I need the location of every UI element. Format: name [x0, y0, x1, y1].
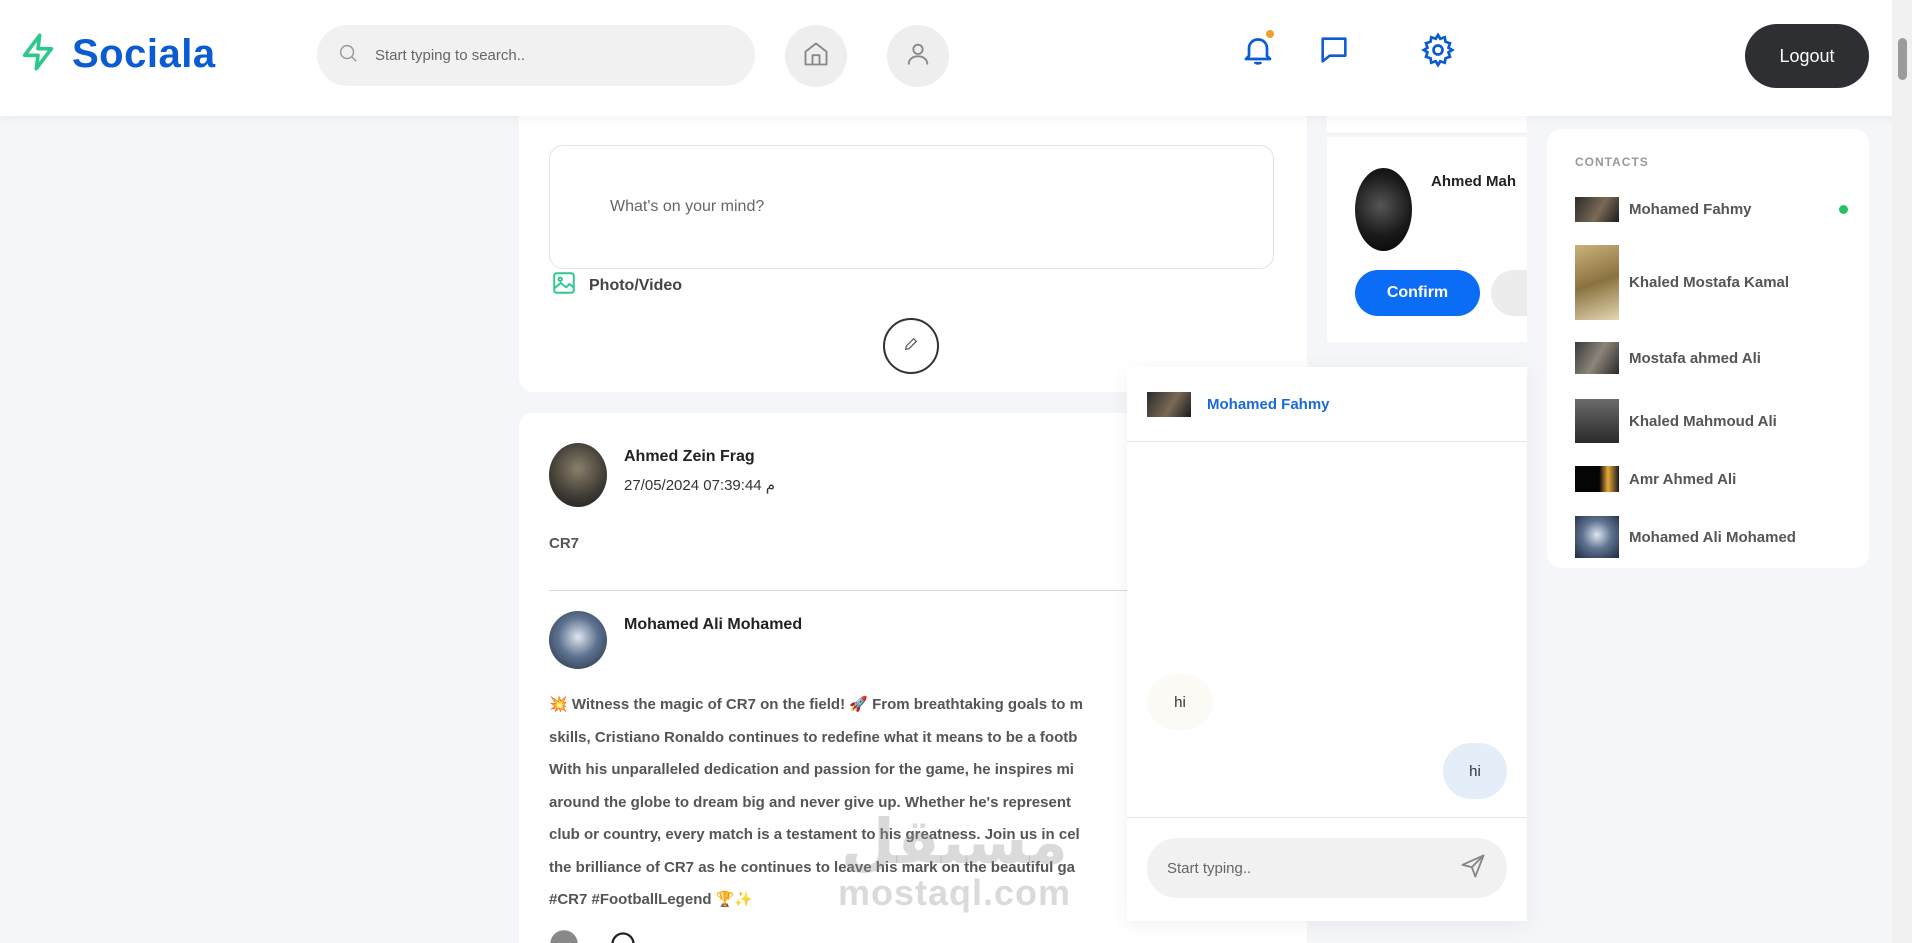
like-icon[interactable]: [549, 929, 579, 943]
contact-name: Mohamed Ali Mohamed: [1629, 528, 1796, 546]
chat-header[interactable]: Mohamed Fahmy: [1127, 367, 1527, 442]
create-post-button[interactable]: [883, 318, 939, 374]
send-icon[interactable]: [1459, 852, 1487, 885]
messages-button[interactable]: [1312, 30, 1356, 74]
notifications-button[interactable]: [1236, 30, 1280, 74]
incoming-message: hi: [1147, 674, 1213, 730]
post-date: 27/05/2024 07:39:44 م: [624, 477, 776, 494]
photo-video-button[interactable]: Photo/Video: [551, 270, 682, 301]
profile-button[interactable]: [887, 25, 949, 87]
bolt-icon: [18, 30, 58, 79]
gear-icon: [1420, 31, 1456, 73]
home-icon: [802, 40, 830, 73]
post-actions: [549, 929, 637, 943]
contact-avatar: [1575, 245, 1619, 320]
contact-avatar: [1575, 516, 1619, 558]
contact-avatar: [1575, 197, 1619, 222]
shared-author-name[interactable]: Mohamed Ali Mohamed: [624, 616, 802, 634]
app-logo[interactable]: Sociala: [18, 30, 216, 79]
contact-item[interactable]: Mohamed Ali Mohamed: [1575, 516, 1796, 558]
outgoing-message: hi: [1443, 743, 1507, 799]
post-author-name[interactable]: Ahmed Zein Frag: [624, 448, 755, 466]
search-icon: [337, 42, 359, 69]
contact-avatar: [1575, 399, 1619, 443]
chat-input-bar: [1147, 838, 1507, 898]
contact-item[interactable]: Khaled Mostafa Kamal: [1575, 245, 1789, 320]
friend-request-name[interactable]: Ahmed Mah: [1431, 173, 1516, 190]
chat-contact-name: Mohamed Fahmy: [1207, 395, 1330, 413]
friend-request-avatar[interactable]: [1355, 168, 1412, 251]
contact-name: Amr Ahmed Ali: [1629, 470, 1737, 488]
page-scrollbar[interactable]: [1892, 0, 1912, 943]
contact-name: Khaled Mostafa Kamal: [1629, 274, 1790, 291]
user-icon: [904, 40, 932, 73]
shared-text-line: skills, Cristiano Ronaldo continues to r…: [549, 728, 1078, 746]
chat-window: Mohamed Fahmy hi hi: [1127, 367, 1527, 921]
contact-name: Mostafa ahmed Ali: [1629, 349, 1761, 367]
logout-button[interactable]: Logout: [1745, 24, 1869, 88]
online-status-dot: [1839, 205, 1848, 214]
settings-button[interactable]: [1416, 30, 1460, 74]
contact-item[interactable]: Amr Ahmed Ali: [1575, 466, 1736, 492]
scrollbar-thumb[interactable]: [1898, 38, 1907, 80]
app-name: Sociala: [72, 32, 216, 76]
shared-author-avatar[interactable]: [549, 611, 607, 669]
watermark-latin: mostaql.com: [838, 872, 1072, 913]
image-icon: [551, 270, 577, 301]
friend-request-card: Ahmed Mah Confirm: [1327, 137, 1527, 342]
photo-video-label: Photo/Video: [589, 276, 683, 294]
contact-item[interactable]: Mohamed Fahmy: [1575, 197, 1752, 222]
friend-request-header: [1327, 116, 1527, 134]
search-bar[interactable]: [317, 25, 755, 86]
comment-icon[interactable]: [609, 930, 637, 943]
confirm-button[interactable]: Confirm: [1355, 270, 1480, 316]
post-author-avatar[interactable]: [549, 443, 607, 507]
home-button[interactable]: [785, 25, 847, 87]
chat-divider: [1127, 817, 1527, 818]
contacts-panel: CONTACTS Mohamed Fahmy Khaled Mostafa Ka…: [1547, 129, 1869, 568]
contact-avatar: [1575, 342, 1619, 374]
post-composer-input[interactable]: [549, 145, 1274, 269]
chat-icon: [1317, 33, 1351, 72]
pencil-icon: [903, 336, 919, 357]
contact-avatar: [1575, 466, 1619, 492]
shared-text-line: With his unparalleled dedication and pas…: [549, 761, 1074, 778]
contact-item[interactable]: Khaled Mahmoud Ali: [1575, 399, 1777, 443]
chat-message-input[interactable]: [1167, 859, 1447, 877]
top-header: Sociala Logout: [0, 0, 1912, 116]
search-input[interactable]: [375, 47, 715, 64]
post-text: CR7: [549, 535, 580, 552]
watermark: مستقل mostaql.com: [838, 805, 1072, 914]
create-post-card: Photo/Video: [519, 90, 1307, 392]
contacts-title: CONTACTS: [1575, 155, 1649, 169]
notification-badge: [1266, 30, 1274, 38]
contact-name: Mohamed Fahmy: [1629, 201, 1752, 218]
contact-name: Khaled Mahmoud Ali: [1629, 412, 1777, 430]
chat-contact-avatar: [1147, 391, 1191, 417]
shared-text-line: 💥 Witness the magic of CR7 on the field!…: [549, 696, 1083, 713]
delete-request-button[interactable]: [1491, 270, 1527, 316]
contact-item[interactable]: Mostafa ahmed Ali: [1575, 342, 1761, 374]
watermark-arabic: مستقل: [841, 805, 1068, 878]
